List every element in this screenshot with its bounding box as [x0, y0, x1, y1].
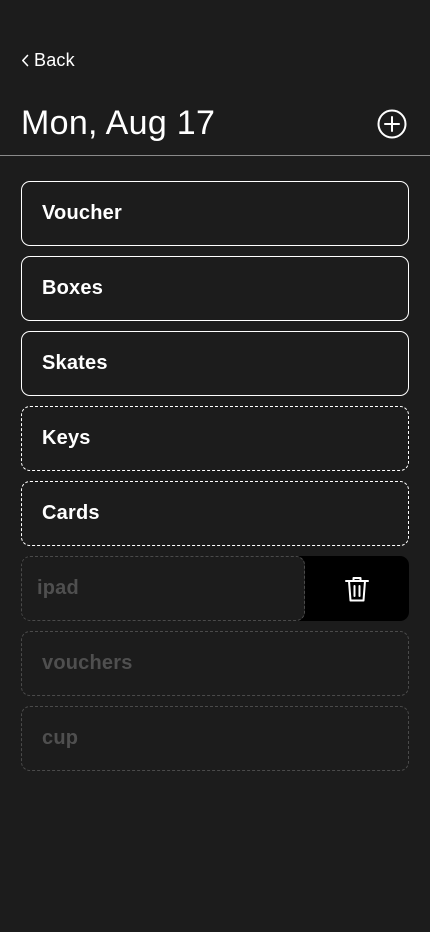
list-item[interactable]: Skates: [21, 331, 409, 396]
list-item-label: Voucher: [42, 202, 122, 224]
list-item-content[interactable]: ipad: [21, 556, 305, 621]
list-item-label: Keys: [42, 427, 91, 449]
list-item[interactable]: Boxes: [21, 256, 409, 321]
day-detail-screen: Back Mon, Aug 17 Voucher Boxes Skates Ke…: [0, 0, 430, 932]
list-item[interactable]: Keys: [21, 406, 409, 471]
trash-icon: [344, 575, 370, 603]
header-divider: [0, 155, 430, 156]
list-item[interactable]: vouchers: [21, 631, 409, 696]
list-item[interactable]: cup: [21, 706, 409, 771]
list-item-label: Cards: [42, 502, 100, 524]
back-button[interactable]: Back: [21, 48, 75, 72]
chevron-left-icon: [21, 54, 29, 67]
page-title: Mon, Aug 17: [21, 104, 216, 142]
item-list: Voucher Boxes Skates Keys Cards ipad vou…: [21, 181, 409, 781]
list-item[interactable]: Voucher: [21, 181, 409, 246]
delete-button[interactable]: [305, 556, 409, 621]
plus-circle-icon: [377, 109, 407, 139]
back-label: Back: [34, 49, 75, 70]
list-item-label: vouchers: [42, 652, 133, 674]
swiped-list-item[interactable]: ipad: [21, 556, 409, 621]
list-item-label: Boxes: [42, 277, 104, 299]
list-item[interactable]: Cards: [21, 481, 409, 546]
list-item-label: ipad: [37, 577, 79, 599]
list-item-label: cup: [42, 727, 79, 749]
list-item-label: Skates: [42, 352, 108, 374]
add-item-button[interactable]: [377, 109, 407, 139]
